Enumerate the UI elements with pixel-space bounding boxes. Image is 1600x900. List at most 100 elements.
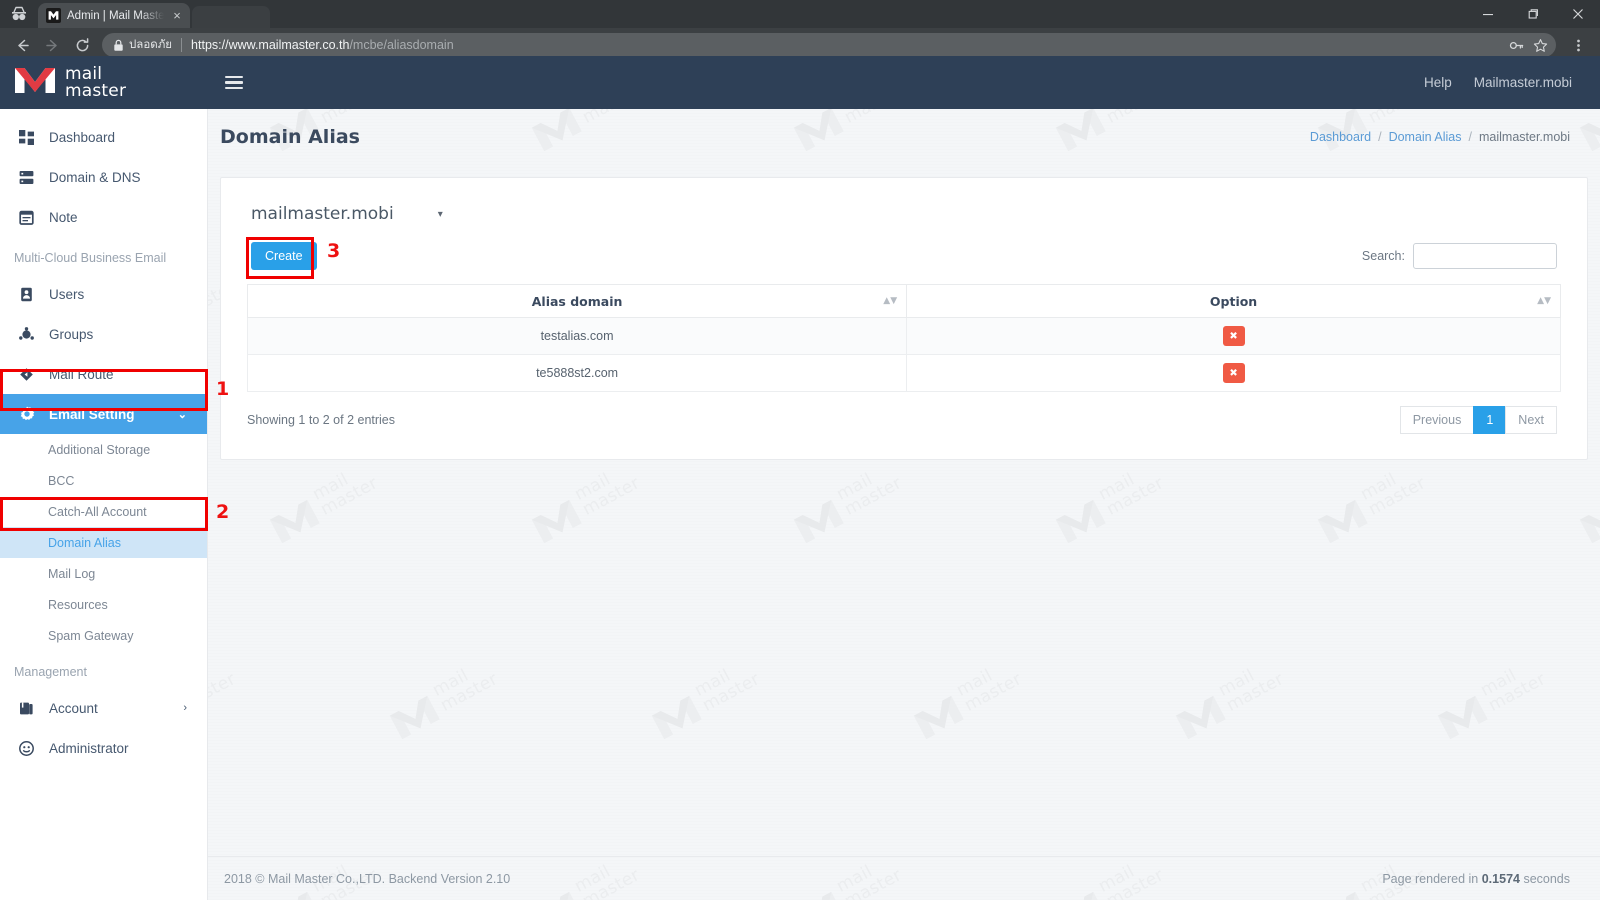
new-tab-button[interactable] (192, 6, 270, 28)
sidebar-item-administrator[interactable]: Administrator (0, 728, 207, 768)
tab-favicon-icon (46, 8, 61, 23)
pagination: Previous 1 Next (1399, 406, 1557, 434)
brand-logo[interactable]: mail master (0, 56, 208, 109)
tab-close-icon[interactable]: × (170, 9, 184, 23)
domain-selector-value: mailmaster.mobi (251, 204, 394, 224)
user-card-icon (18, 286, 35, 303)
bookmark-star-icon[interactable] (1533, 38, 1548, 53)
sidebar-item-email-setting[interactable]: Email Setting ⌄ (0, 394, 207, 434)
search-input[interactable] (1413, 243, 1557, 269)
close-icon[interactable] (1555, 0, 1600, 28)
cell-alias-domain: testalias.com (246, 317, 908, 355)
browser-tabstrip: Admin | Mail Master | Em × (0, 0, 1600, 28)
omnibox-actions (1501, 38, 1548, 53)
sidebar-item-label: Dashboard (49, 129, 116, 145)
column-header-option[interactable]: Option ▲▼ (906, 284, 1561, 318)
sidebar-item-resources[interactable]: Resources (0, 589, 207, 620)
table-footer: Showing 1 to 2 of 2 entries Previous 1 N… (235, 406, 1573, 434)
sort-icon[interactable]: ▲▼ (1537, 297, 1551, 306)
note-icon (18, 209, 35, 226)
pagination-previous[interactable]: Previous (1399, 406, 1475, 434)
render-prefix: Page rendered in (1382, 871, 1482, 886)
column-header-label: Alias domain (531, 293, 623, 309)
address-bar-url: https://www.mailmaster.co.th/mcbe/aliasd… (191, 38, 454, 52)
incognito-icon (0, 0, 38, 28)
sidebar-item-groups[interactable]: Groups (0, 314, 207, 354)
person-circle-icon (18, 740, 35, 757)
sidebar: Dashboard Domain & DNS Note Multi-Cloud … (0, 109, 208, 900)
window-controls (1465, 0, 1600, 28)
sidebar-item-spam-gateway[interactable]: Spam Gateway (0, 620, 207, 651)
chevron-down-icon: ⌄ (177, 408, 187, 421)
breadcrumb-domain-alias[interactable]: Domain Alias (1389, 130, 1462, 144)
chevron-right-icon: › (183, 702, 187, 714)
browser-tab[interactable]: Admin | Mail Master | Em × (38, 3, 190, 28)
delete-button[interactable]: ✖ (1222, 326, 1245, 346)
sidebar-item-domain-dns[interactable]: Domain & DNS (0, 157, 207, 197)
book-icon (18, 700, 35, 717)
app-topbar: mail master Help Mailmaster.mobi (0, 56, 1600, 109)
omnibox-divider (181, 38, 183, 52)
tab-title: Admin | Mail Master | Em (67, 9, 164, 22)
address-bar[interactable]: ปลอดภัย https://www.mailmaster.co.th/mcb… (102, 33, 1556, 57)
key-icon[interactable] (1509, 38, 1524, 53)
column-header-label: Option (1209, 293, 1258, 309)
footer-render-time: Page rendered in 0.1574 seconds (1382, 872, 1570, 886)
sidebar-item-domain-alias[interactable]: Domain Alias (0, 527, 207, 558)
forward-icon[interactable] (38, 31, 66, 59)
search-label: Search: (1361, 249, 1405, 263)
render-suffix: seconds (1519, 871, 1570, 886)
browser-window: Admin | Mail Master | Em × (0, 0, 1600, 900)
sidebar-item-catch-all-account[interactable]: Catch-All Account (0, 496, 207, 527)
account-menu[interactable]: Mailmaster.mobi (1474, 75, 1572, 90)
minimize-icon[interactable] (1465, 0, 1510, 28)
sidebar-item-label: Mail Route (49, 366, 114, 382)
pagination-next[interactable]: Next (1505, 406, 1557, 434)
sidebar-item-account[interactable]: Account › (0, 688, 207, 728)
sidebar-item-mail-route[interactable]: Mail Route (0, 354, 207, 394)
sidebar-item-note[interactable]: Note (0, 197, 207, 237)
brand-line-2: master (65, 80, 127, 101)
breadcrumb-separator: / (1468, 130, 1472, 144)
sidebar-item-mail-log[interactable]: Mail Log (0, 558, 207, 589)
sidebar-item-label: Email Setting (49, 406, 135, 422)
brand-text: mail master (65, 65, 127, 101)
grid-icon (18, 129, 35, 146)
sidebar-item-label: Account (49, 700, 98, 716)
browser-menu-icon[interactable] (1564, 31, 1592, 59)
sidebar-item-additional-storage[interactable]: Additional Storage (0, 434, 207, 465)
domain-alias-card: mailmaster.mobi ▾ Create 3 Search: Alias… (220, 177, 1588, 460)
help-link[interactable]: Help (1424, 75, 1452, 90)
column-header-alias-domain[interactable]: Alias domain ▲▼ (246, 284, 908, 318)
table-toolbar: Create 3 Search: (235, 237, 1573, 279)
sidebar-item-label: Note (49, 209, 78, 225)
back-icon[interactable] (8, 31, 36, 59)
cell-alias-domain: te5888st2.com (246, 354, 908, 392)
breadcrumb-separator: / (1378, 130, 1382, 144)
sidebar-item-label: Users (49, 286, 85, 302)
create-button[interactable]: Create (251, 242, 317, 270)
reload-icon[interactable] (68, 31, 96, 59)
groups-icon (18, 326, 35, 343)
page-title: Domain Alias (220, 126, 360, 148)
maximize-icon[interactable] (1510, 0, 1555, 28)
url-path: /mcbe/aliasdomain (349, 38, 454, 52)
breadcrumb-dashboard[interactable]: Dashboard (1310, 130, 1371, 144)
table-header-row: Alias domain ▲▼ Option ▲▼ (246, 284, 1561, 318)
sidebar-section-management: Management (14, 665, 87, 679)
cell-option: ✖ (906, 354, 1561, 392)
sidebar-item-bcc[interactable]: BCC (0, 465, 207, 496)
sidebar-item-users[interactable]: Users (0, 274, 207, 314)
render-seconds: 0.1574 (1481, 871, 1520, 886)
chevron-down-icon: ▾ (437, 208, 443, 220)
annotation-number-3: 3 (327, 240, 341, 262)
sidebar-item-dashboard[interactable]: Dashboard (0, 117, 207, 157)
server-icon (18, 169, 35, 186)
sidebar-item-label: Groups (49, 326, 94, 342)
sidebar-toggle-icon[interactable] (208, 56, 260, 109)
domain-selector[interactable]: mailmaster.mobi ▾ (235, 196, 1573, 224)
delete-button[interactable]: ✖ (1222, 363, 1245, 383)
sort-icon[interactable]: ▲▼ (883, 297, 897, 306)
pagination-page-1[interactable]: 1 (1473, 406, 1507, 434)
sidebar-item-label: Domain & DNS (49, 169, 141, 185)
